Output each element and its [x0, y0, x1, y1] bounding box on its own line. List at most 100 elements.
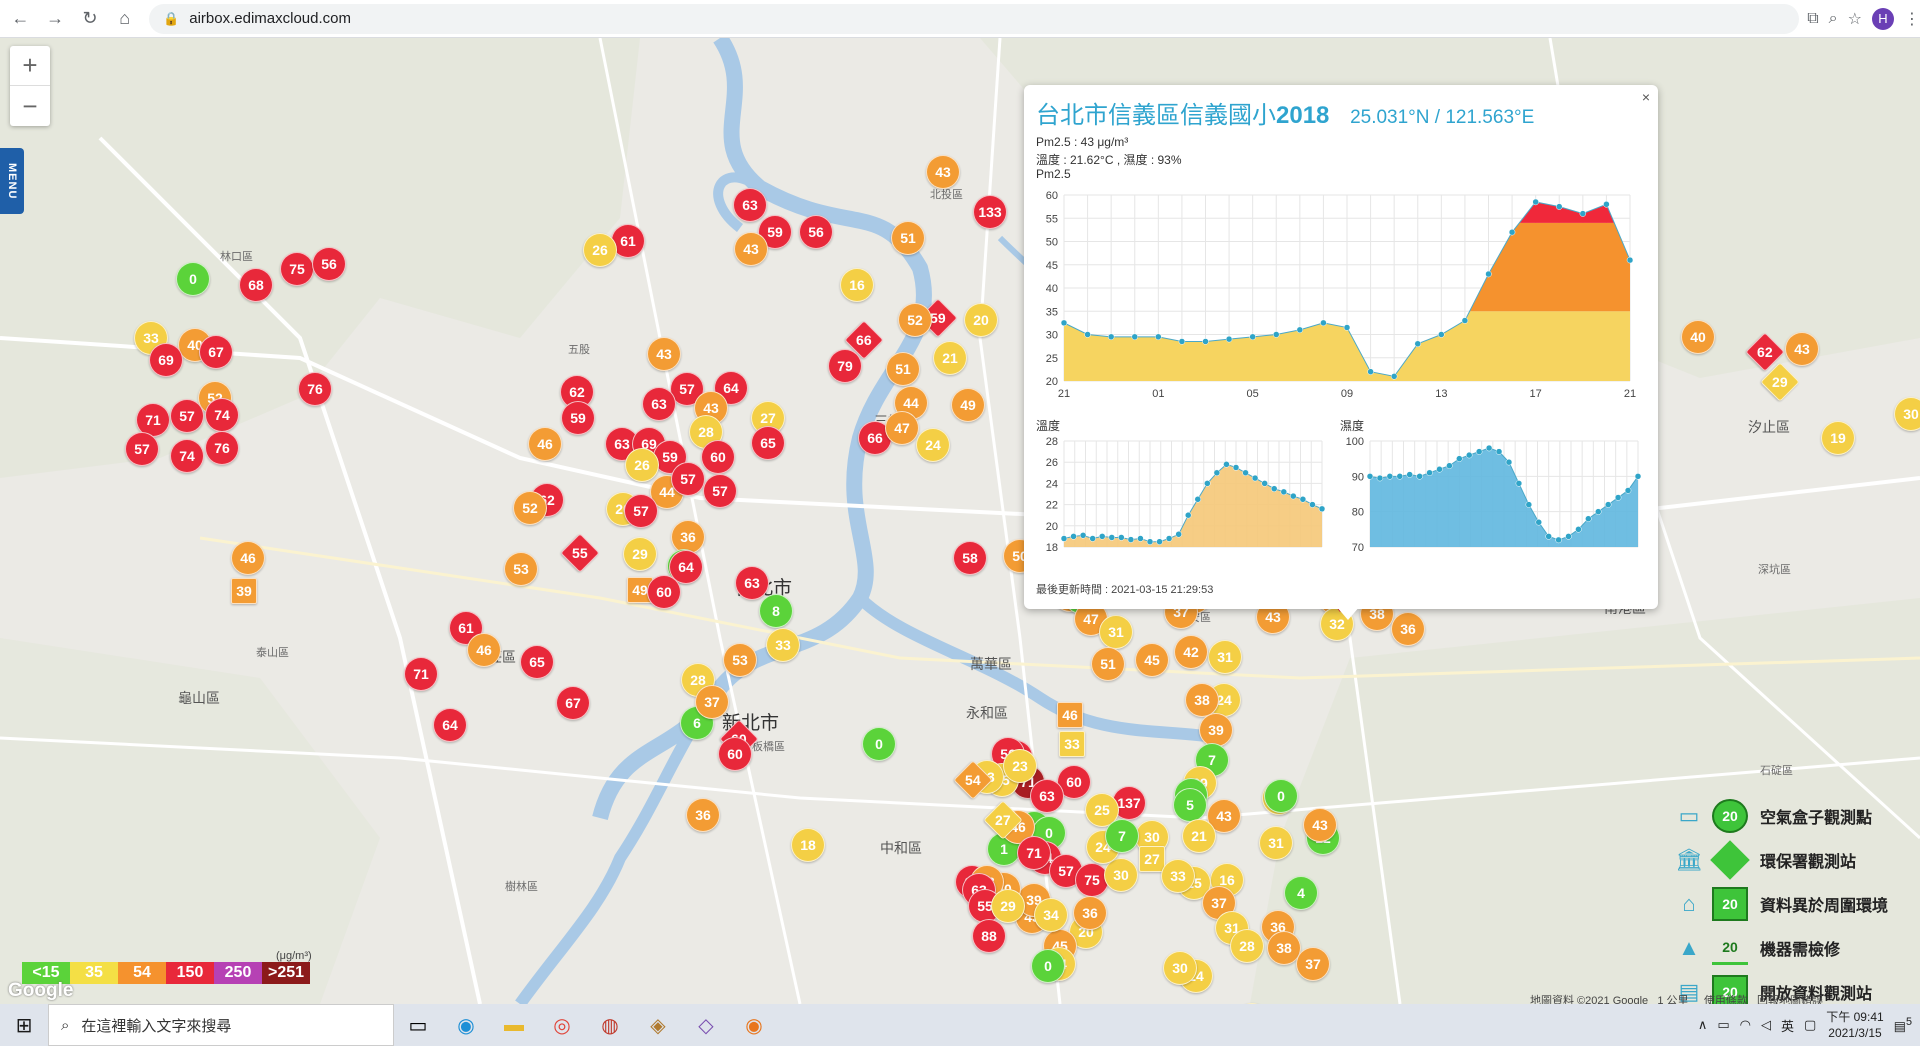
chrome-icon[interactable]: ◎: [538, 1013, 586, 1038]
notifications-icon[interactable]: ▤5: [1894, 1016, 1912, 1034]
airbox-marker[interactable]: 68: [239, 268, 273, 302]
airbox-marker[interactable]: 47: [885, 411, 919, 445]
edge-icon[interactable]: ◉: [442, 1013, 490, 1038]
app-bird-icon[interactable]: ◇: [682, 1013, 730, 1038]
airbox-marker[interactable]: 65: [520, 645, 554, 679]
taskbar-search[interactable]: ⌕ 在這裡輸入文字來搜尋: [48, 1004, 394, 1046]
airbox-marker[interactable]: 34: [1034, 898, 1068, 932]
airbox-marker[interactable]: 40: [1681, 320, 1715, 354]
airbox-marker[interactable]: 29: [991, 889, 1025, 923]
app-compass-icon[interactable]: ◍: [586, 1013, 634, 1038]
airbox-marker[interactable]: 31: [1259, 826, 1293, 860]
zoom-in-button[interactable]: +: [10, 46, 50, 86]
translate-icon[interactable]: ⧉: [1807, 10, 1818, 28]
reload-icon[interactable]: ↻: [76, 4, 105, 34]
airbox-marker[interactable]: 28: [1230, 929, 1264, 963]
airbox-marker[interactable]: 31: [1208, 640, 1242, 674]
airbox-marker[interactable]: 57: [671, 462, 705, 496]
app-cat-icon[interactable]: ◈: [634, 1013, 682, 1038]
airbox-marker[interactable]: 30: [1104, 858, 1138, 892]
airbox-marker[interactable]: 7: [1105, 819, 1139, 853]
airbox-marker[interactable]: 26: [625, 448, 659, 482]
volume-icon[interactable]: ◁: [1761, 1017, 1771, 1033]
airbox-marker[interactable]: 8: [759, 594, 793, 628]
airbox-marker[interactable]: 51: [891, 221, 925, 255]
open-data-marker[interactable]: 27: [1139, 846, 1165, 872]
clock[interactable]: 下午 09:41 2021/3/15: [1826, 1009, 1883, 1041]
airbox-marker[interactable]: 63: [733, 188, 767, 222]
wifi-icon[interactable]: ◠: [1740, 1017, 1751, 1033]
address-bar[interactable]: 🔒 airbox.edimaxcloud.com: [149, 3, 1800, 34]
airbox-marker[interactable]: 60: [701, 440, 735, 474]
airbox-marker[interactable]: 133: [973, 195, 1007, 229]
airbox-marker[interactable]: 38: [1185, 683, 1219, 717]
popup-close-button[interactable]: ×: [1642, 89, 1650, 105]
menu-tab[interactable]: MENU: [0, 148, 24, 214]
airbox-marker[interactable]: 76: [205, 431, 239, 465]
airbox-marker[interactable]: 74: [170, 439, 204, 473]
airbox-marker[interactable]: 65: [751, 426, 785, 460]
map-canvas[interactable]: + − MENU 台北市新北市新莊區三重區萬華區永和區中和區汐止區南港區龜山區林…: [0, 38, 1920, 1004]
zoom-icon[interactable]: ⌕: [1829, 10, 1838, 28]
airbox-marker[interactable]: 26: [583, 233, 617, 267]
airbox-marker[interactable]: 33: [1161, 859, 1195, 893]
airbox-marker[interactable]: 63: [1030, 779, 1064, 813]
airbox-marker[interactable]: 64: [433, 708, 467, 742]
airbox-marker[interactable]: 57: [125, 432, 159, 466]
airbox-marker[interactable]: 43: [647, 337, 681, 371]
airbox-marker[interactable]: 74: [205, 398, 239, 432]
airbox-marker[interactable]: 33: [766, 628, 800, 662]
open-data-marker[interactable]: 39: [231, 578, 257, 604]
airbox-marker[interactable]: 21: [933, 341, 967, 375]
airbox-marker[interactable]: 59: [561, 401, 595, 435]
report-link[interactable]: 回報地圖錯誤: [1757, 995, 1823, 1004]
airbox-marker[interactable]: 71: [404, 657, 438, 691]
tray-chevron-icon[interactable]: ∧: [1698, 1017, 1708, 1033]
airbox-marker[interactable]: 63: [735, 566, 769, 600]
start-icon[interactable]: ⊞: [0, 1013, 48, 1038]
airbox-marker[interactable]: 56: [799, 215, 833, 249]
airbox-marker[interactable]: 0: [176, 262, 210, 296]
airbox-marker[interactable]: 49: [951, 388, 985, 422]
airbox-marker[interactable]: 76: [298, 372, 332, 406]
airbox-marker[interactable]: 75: [280, 252, 314, 286]
forward-icon[interactable]: →: [41, 4, 70, 34]
airbox-marker[interactable]: 56: [312, 247, 346, 281]
airbox-marker[interactable]: 0: [862, 727, 896, 761]
airbox-marker[interactable]: 18: [791, 828, 825, 862]
airbox-marker[interactable]: 63: [642, 387, 676, 421]
airbox-marker[interactable]: 0: [1264, 779, 1298, 813]
airbox-marker[interactable]: 36: [1391, 612, 1425, 646]
airbox-marker[interactable]: 57: [170, 399, 204, 433]
keyboard-icon[interactable]: ▢: [1804, 1017, 1816, 1033]
airbox-marker[interactable]: 71: [1017, 836, 1051, 870]
airbox-marker[interactable]: 36: [1073, 896, 1107, 930]
airbox-marker[interactable]: 88: [972, 919, 1006, 953]
airbox-marker[interactable]: 67: [199, 335, 233, 369]
airbox-marker[interactable]: 19: [1821, 421, 1855, 455]
open-data-marker[interactable]: 33: [1059, 731, 1085, 757]
airbox-marker[interactable]: 79: [828, 349, 862, 383]
airbox-marker[interactable]: 5: [1173, 788, 1207, 822]
airbox-marker[interactable]: 37: [695, 685, 729, 719]
airbox-marker[interactable]: 53: [504, 552, 538, 586]
home-icon[interactable]: ⌂: [110, 4, 139, 34]
airbox-marker[interactable]: 46: [528, 427, 562, 461]
airbox-marker[interactable]: 31: [1099, 615, 1133, 649]
profile-avatar[interactable]: H: [1871, 7, 1894, 30]
bookmark-star-icon[interactable]: ☆: [1848, 9, 1862, 29]
airbox-marker[interactable]: 69: [149, 343, 183, 377]
app-blender-icon[interactable]: ◉: [730, 1013, 778, 1038]
airbox-marker[interactable]: 52: [898, 303, 932, 337]
airbox-marker[interactable]: 60: [718, 737, 752, 771]
airbox-marker[interactable]: 45: [1135, 643, 1169, 677]
airbox-marker[interactable]: 43: [1303, 808, 1337, 842]
airbox-marker[interactable]: 57: [624, 494, 658, 528]
airbox-marker[interactable]: 43: [926, 155, 960, 189]
airbox-marker[interactable]: 51: [886, 352, 920, 386]
airbox-marker[interactable]: 67: [556, 686, 590, 720]
task-view-icon[interactable]: ▭: [394, 1013, 442, 1038]
airbox-marker[interactable]: 46: [231, 541, 265, 575]
airbox-marker[interactable]: 52: [513, 491, 547, 525]
airbox-marker[interactable]: 30: [1894, 397, 1920, 431]
